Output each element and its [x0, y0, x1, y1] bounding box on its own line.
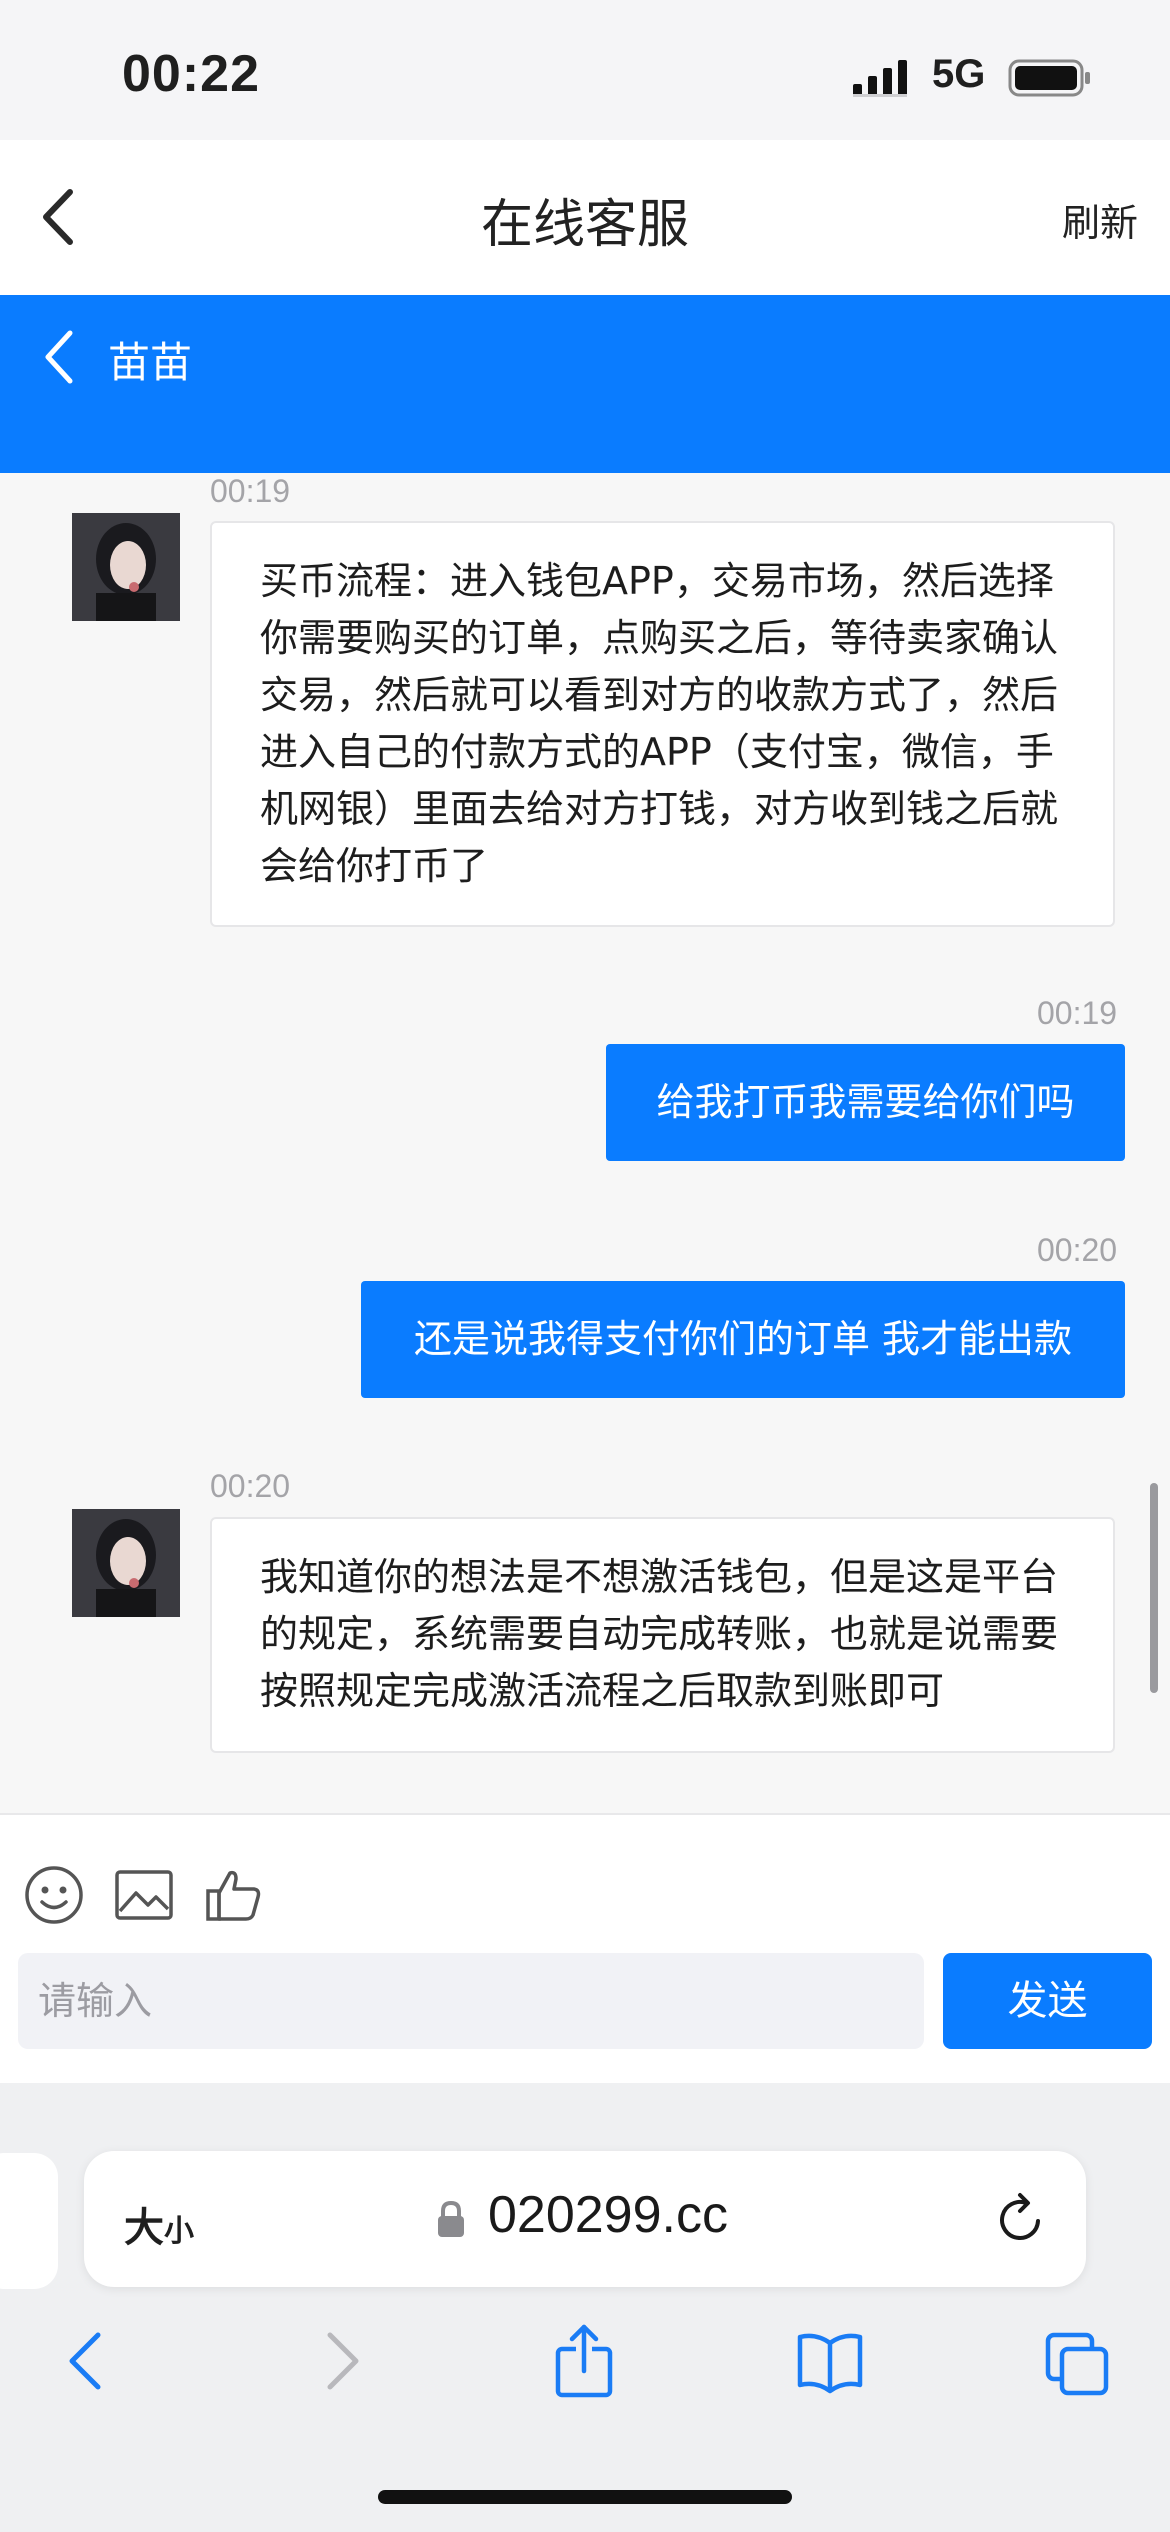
message-bubble-incoming: 我知道你的想法是不想激活钱包，但是这是平台的规定，系统需要自动完成转账，也就是说…: [210, 1517, 1115, 1753]
chat-back-icon[interactable]: [40, 327, 80, 387]
status-time: 00:22: [122, 45, 260, 103]
battery-icon: [1008, 59, 1090, 97]
text-size-button[interactable]: 大小: [124, 2195, 194, 2253]
image-icon[interactable]: [112, 1863, 176, 1927]
agent-avatar[interactable]: [72, 1509, 180, 1617]
avatar-image: [72, 513, 180, 621]
agent-name: 苗苗: [108, 338, 193, 387]
message-timestamp: 00:20: [210, 1468, 291, 1504]
text-size-small: 小: [164, 2214, 194, 2249]
signal-strength-icon: [853, 60, 907, 97]
status-bar: 00:22 5G: [0, 0, 1170, 140]
tabs-icon[interactable]: [1042, 2321, 1114, 2401]
chat-header: 苗苗: [0, 295, 1170, 473]
send-button[interactable]: 发送: [943, 1953, 1152, 2049]
previous-tab-preview[interactable]: [0, 2153, 58, 2289]
browser-back-icon[interactable]: [52, 2321, 124, 2401]
bookmarks-icon[interactable]: [794, 2321, 866, 2401]
message-bubble-outgoing: 给我打币我需要给你们吗: [606, 1044, 1125, 1161]
address-bar[interactable]: 大小 020299.cc: [84, 2151, 1086, 2287]
message-timestamp: 00:19: [1037, 995, 1118, 1031]
text-size-big: 大: [124, 2205, 164, 2251]
network-type: 5G: [932, 52, 986, 96]
message-bubble-incoming: 买币流程：进入钱包APP，交易市场，然后选择你需要购买的订单，点购买之后，等待卖…: [210, 521, 1115, 927]
page-title: 在线客服: [480, 195, 689, 255]
thumbs-up-icon[interactable]: [202, 1863, 266, 1927]
reload-icon[interactable]: [992, 2191, 1048, 2247]
refresh-button[interactable]: 刷新: [1062, 192, 1138, 247]
browser-forward-icon[interactable]: [304, 2321, 376, 2401]
emoji-icon[interactable]: [22, 1863, 86, 1927]
url-text: 020299.cc: [488, 2186, 728, 2244]
avatar-image: [72, 1509, 180, 1617]
agent-avatar[interactable]: [72, 513, 180, 621]
browser-toolbar: 大小 020299.cc: [0, 2083, 1170, 2532]
composer-panel: 发送: [0, 1813, 1170, 2083]
message-bubble-outgoing: 还是说我得支付你们的订单 我才能出款: [361, 1281, 1125, 1398]
share-icon[interactable]: [548, 2321, 620, 2401]
message-timestamp: 00:19: [210, 473, 291, 509]
home-indicator[interactable]: [378, 2490, 792, 2504]
top-navigation-bar: 在线客服 刷新: [0, 140, 1170, 295]
message-list[interactable]: 00:19 买币流程：进入钱包APP，交易市场，然后选择你需要购买的订单，点购买…: [0, 473, 1170, 1813]
scrollbar[interactable]: [1150, 1483, 1158, 1693]
message-input[interactable]: [18, 1953, 924, 2049]
lock-icon: [438, 2200, 464, 2237]
message-timestamp: 00:20: [1037, 1232, 1118, 1268]
